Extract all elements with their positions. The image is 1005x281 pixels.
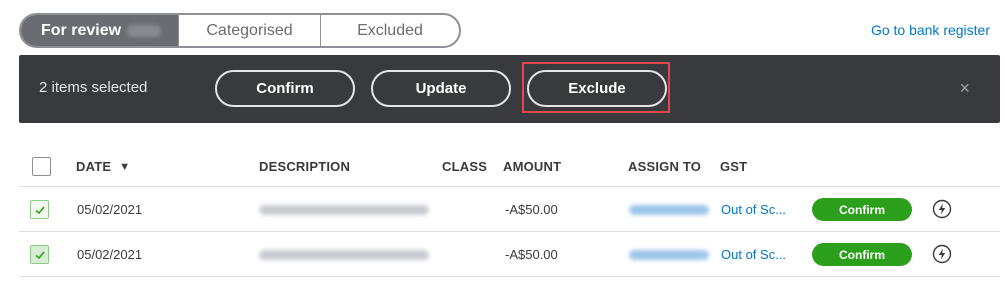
lightning-bolt-icon[interactable] (932, 244, 952, 264)
checkmark-icon (35, 206, 45, 215)
batch-exclude-button[interactable]: Exclude (527, 70, 667, 107)
row-confirm-button[interactable]: Confirm (812, 243, 912, 266)
row-date: 05/02/2021 (77, 247, 143, 262)
go-to-bank-register-link[interactable]: Go to bank register (871, 22, 990, 38)
review-tabs: For review Categorised Excluded (19, 13, 461, 48)
column-header-assign-to: ASSIGN TO (628, 159, 702, 174)
row-description-redacted (259, 250, 429, 260)
column-header-description: DESCRIPTION (259, 159, 351, 174)
tab-for-review-label: For review (41, 21, 122, 39)
row-amount: -A$50.00 (505, 202, 558, 217)
row-gst-link[interactable]: Out of Sc... (721, 247, 786, 262)
tab-excluded[interactable]: Excluded (320, 15, 459, 46)
tab-for-review[interactable]: For review (21, 15, 178, 46)
row-amount: -A$50.00 (505, 247, 558, 262)
row-assign-to[interactable] (629, 202, 709, 218)
row-assign-to-redacted (629, 205, 709, 215)
checkmark-icon (35, 251, 45, 260)
column-header-date[interactable]: DATE ▼ (76, 159, 130, 174)
tab-excluded-label: Excluded (357, 21, 423, 39)
close-icon[interactable]: × (959, 79, 970, 97)
row-assign-to[interactable] (629, 247, 709, 263)
batch-action-bar: 2 items selected Confirm Update Exclude … (19, 55, 1000, 123)
tab-categorised[interactable]: Categorised (178, 15, 320, 46)
table-header: DATE ▼ DESCRIPTION CLASS AMOUNT ASSIGN TO… (19, 145, 1000, 187)
row-checkbox[interactable] (30, 245, 49, 264)
tab-count-badge (127, 24, 162, 37)
table-row[interactable]: 05/02/2021 -A$50.00 Out of Sc... Confirm (19, 232, 1000, 277)
sort-descending-icon: ▼ (119, 161, 131, 173)
lightning-bolt-icon[interactable] (932, 199, 952, 219)
row-gst-link[interactable]: Out of Sc... (721, 202, 786, 217)
row-description (259, 202, 429, 218)
column-header-class: CLASS (442, 159, 488, 174)
row-checkbox[interactable] (30, 200, 49, 219)
table-row[interactable]: 05/02/2021 -A$50.00 Out of Sc... Confirm (19, 187, 1000, 232)
row-description (259, 247, 429, 263)
batch-confirm-button[interactable]: Confirm (215, 70, 355, 107)
row-confirm-button[interactable]: Confirm (812, 198, 912, 221)
column-header-gst: GST (720, 159, 748, 174)
column-header-date-label: DATE (76, 159, 112, 174)
batch-update-button[interactable]: Update (371, 70, 511, 107)
row-assign-to-redacted (629, 250, 709, 260)
row-date: 05/02/2021 (77, 202, 143, 217)
column-header-amount: AMOUNT (503, 159, 562, 174)
selected-count-text: 2 items selected (39, 79, 148, 96)
row-description-redacted (259, 205, 429, 215)
tab-categorised-label: Categorised (206, 21, 293, 39)
select-all-checkbox[interactable] (32, 157, 51, 176)
